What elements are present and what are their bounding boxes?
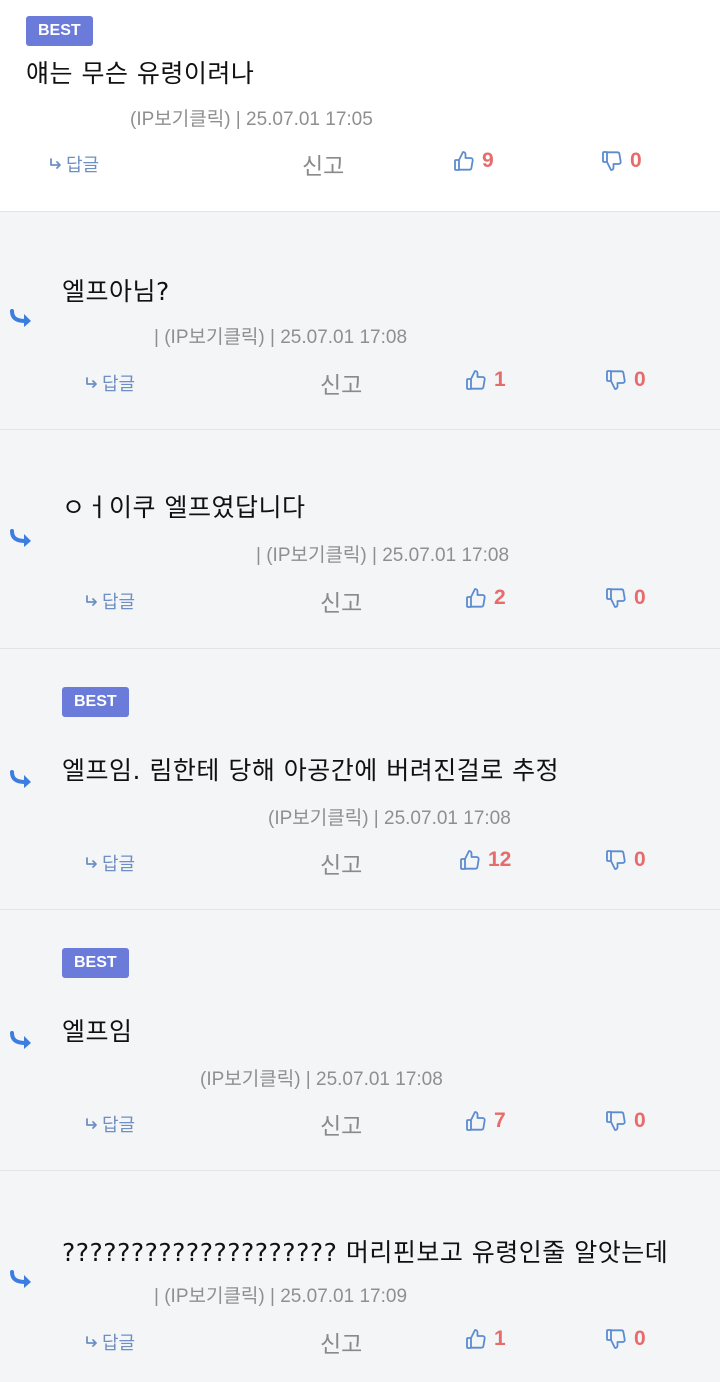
best-badge: BEST (62, 948, 129, 978)
like-count: 1 (494, 368, 506, 391)
thumbs-up-icon (464, 1109, 488, 1133)
comment-meta[interactable]: | (IP보기클릭) | 25.07.01 17:09 (154, 1281, 407, 1308)
reply-arrow-icon (84, 375, 100, 391)
like-button[interactable]: 1 (464, 1327, 506, 1351)
dislike-count: 0 (634, 1109, 646, 1132)
like-button[interactable]: 2 (464, 586, 506, 610)
reply-indicator-icon (8, 1030, 36, 1054)
reply-comment-item: ㅇㅓ이쿠 엘프였답니다 | (IP보기클릭) | 25.07.01 17:08 … (0, 430, 720, 649)
reply-label: 답글 (102, 592, 136, 613)
dislike-count: 0 (634, 1327, 646, 1350)
reply-label: 답글 (102, 1115, 136, 1136)
comment-meta[interactable]: (IP보기클릭) | 25.07.01 17:05 (130, 104, 373, 131)
report-button[interactable]: 신고 (302, 147, 344, 181)
thumbs-up-icon (464, 368, 488, 392)
dislike-count: 0 (634, 586, 646, 609)
dislike-button[interactable]: 0 (604, 368, 646, 392)
comment-meta[interactable]: (IP보기클릭) | 25.07.01 17:08 (268, 803, 511, 830)
comment-text: ㅇㅓ이쿠 엘프였답니다 (62, 493, 306, 522)
dislike-count: 0 (630, 149, 642, 172)
thumbs-up-icon (452, 149, 476, 173)
comment-text: 엘프아님? (62, 277, 170, 306)
thumbs-down-icon (604, 1109, 628, 1133)
comment-text: 엘프임 (62, 1017, 133, 1046)
report-button[interactable]: 신고 (320, 1325, 362, 1359)
reply-arrow-icon (84, 1334, 100, 1350)
reply-label: 답글 (102, 374, 136, 395)
comment-text: 엘프임. 림한테 당해 아공간에 버려진걸로 추정 (62, 756, 560, 785)
reply-arrow-icon (48, 156, 64, 172)
report-button[interactable]: 신고 (320, 366, 362, 400)
comment-meta[interactable]: | (IP보기클릭) | 25.07.01 17:08 (256, 540, 509, 567)
reply-label: 답글 (66, 155, 100, 176)
like-button[interactable]: 7 (464, 1109, 506, 1133)
thumbs-down-icon (604, 848, 628, 872)
reply-indicator-icon (8, 769, 36, 793)
reply-comment-item: BEST 엘프임 (IP보기클릭) | 25.07.01 17:08 답글 신고… (0, 910, 720, 1171)
thumbs-up-icon (464, 1327, 488, 1351)
report-button[interactable]: 신고 (320, 1107, 362, 1141)
reply-comment-item: BEST 엘프임. 림한테 당해 아공간에 버려진걸로 추정 (IP보기클릭) … (0, 649, 720, 910)
dislike-button[interactable]: 0 (600, 149, 642, 173)
reply-indicator-icon (8, 528, 36, 552)
reply-button[interactable]: 답글 (84, 1111, 135, 1137)
reply-label: 답글 (102, 1333, 136, 1354)
thumbs-down-icon (604, 368, 628, 392)
reply-button[interactable]: 답글 (48, 151, 99, 177)
dislike-count: 0 (634, 368, 646, 391)
like-count: 1 (494, 1327, 506, 1350)
like-count: 12 (488, 848, 512, 871)
reply-button[interactable]: 답글 (84, 588, 135, 614)
reply-comment-item: ???????????????????? 머리핀보고 유령인줄 알앗는데 | (… (0, 1171, 720, 1382)
reply-indicator-icon (8, 308, 36, 332)
reply-indicator-icon (8, 1269, 36, 1293)
like-button[interactable]: 1 (464, 368, 506, 392)
thumbs-down-icon (604, 1327, 628, 1351)
reply-comment-item: 엘프아님? | (IP보기클릭) | 25.07.01 17:08 답글 신고 … (0, 212, 720, 430)
reply-label: 답글 (102, 854, 136, 875)
best-badge: BEST (62, 687, 129, 717)
comment-text: ???????????????????? 머리핀보고 유령인줄 알앗는데 (62, 1238, 669, 1267)
best-badge: BEST (26, 16, 93, 46)
reply-arrow-icon (84, 1116, 100, 1132)
dislike-count: 0 (634, 848, 646, 871)
dislike-button[interactable]: 0 (604, 586, 646, 610)
like-button[interactable]: 12 (458, 848, 511, 872)
thumbs-down-icon (600, 149, 624, 173)
dislike-button[interactable]: 0 (604, 1327, 646, 1351)
reply-button[interactable]: 답글 (84, 850, 135, 876)
reply-button[interactable]: 답글 (84, 1329, 135, 1355)
like-count: 2 (494, 586, 506, 609)
reply-button[interactable]: 답글 (84, 370, 135, 396)
like-count: 7 (494, 1109, 506, 1132)
thumbs-down-icon (604, 586, 628, 610)
like-count: 9 (482, 149, 494, 172)
comment-meta[interactable]: (IP보기클릭) | 25.07.01 17:08 (200, 1064, 443, 1091)
reply-arrow-icon (84, 593, 100, 609)
report-button[interactable]: 신고 (320, 584, 362, 618)
dislike-button[interactable]: 0 (604, 848, 646, 872)
reply-arrow-icon (84, 855, 100, 871)
thumbs-up-icon (464, 586, 488, 610)
dislike-button[interactable]: 0 (604, 1109, 646, 1133)
like-button[interactable]: 9 (452, 149, 494, 173)
report-button[interactable]: 신고 (320, 846, 362, 880)
comment-text: 얘는 무슨 유령이려나 (26, 59, 255, 88)
comment-meta[interactable]: | (IP보기클릭) | 25.07.01 17:08 (154, 322, 407, 349)
comment-item: BEST 얘는 무슨 유령이려나 (IP보기클릭) | 25.07.01 17:… (0, 0, 720, 212)
thumbs-up-icon (458, 848, 482, 872)
